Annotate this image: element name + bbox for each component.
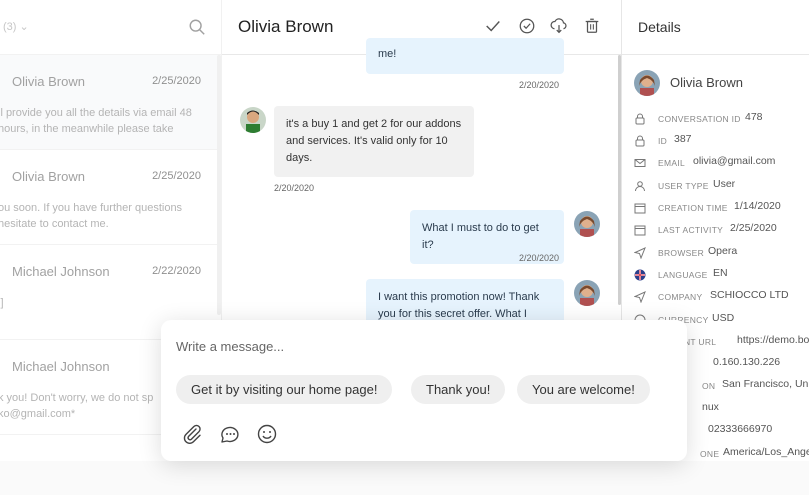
conversation-snippet: l]: [0, 297, 4, 309]
detail-row: LANGUAGE EN: [634, 267, 809, 283]
filter-dropdown[interactable]: (3) ⌄: [3, 20, 29, 33]
check-circle-icon[interactable]: [518, 17, 536, 35]
send-icon: [634, 247, 646, 259]
list-scrollbar[interactable]: [217, 55, 221, 315]
message-text: What I must to do to get it?: [422, 222, 539, 251]
conversation-name: Michael Johnson: [12, 264, 110, 279]
quick-reply-button[interactable]: Thank you!: [411, 375, 506, 404]
detail-label: ID: [658, 136, 668, 146]
avatar: [634, 70, 660, 96]
detail-label: BROWSER: [658, 248, 705, 258]
detail-label: USER TYPE: [658, 181, 709, 191]
detail-row: USER TYPE User: [634, 178, 809, 194]
user-icon: [635, 181, 645, 192]
search-icon[interactable]: [188, 18, 206, 36]
chat-bubble-icon[interactable]: [219, 423, 241, 445]
message-bubble-incoming: it's a buy 1 and get 2 for our addons an…: [274, 106, 474, 177]
conversation-date: 2/25/2020: [152, 170, 201, 182]
detail-value: USD: [712, 312, 735, 324]
detail-label: COMPANY: [658, 292, 703, 302]
mail-icon: [634, 159, 646, 167]
detail-row: EMAIL olivia@gmail.com: [634, 155, 809, 171]
detail-value: 478: [745, 111, 763, 123]
detail-label: ON: [702, 381, 716, 391]
avatar: [574, 280, 600, 306]
bottom-band: [0, 461, 809, 495]
conversation-snippet: ll provide you all the details via email…: [0, 107, 192, 135]
calendar-icon: [634, 203, 646, 214]
detail-label: ONE: [700, 449, 720, 459]
message-text: I want this promotion now! Thank you for…: [378, 291, 540, 320]
detail-row: COMPANY SCHIOCCO LTD: [634, 289, 809, 305]
detail-value: 387: [674, 133, 692, 145]
conversation-name: Olivia Brown: [12, 74, 85, 89]
detail-value: America/Los_Angele: [723, 446, 809, 458]
detail-value: Opera: [708, 245, 738, 257]
lock-icon: [635, 135, 645, 147]
avatar: [240, 107, 266, 133]
detail-row: ID 387: [634, 133, 809, 149]
conversation-date: 2/25/2020: [152, 75, 201, 87]
detail-value: San Francisco, Unite: [722, 378, 809, 390]
cloud-download-icon[interactable]: [550, 17, 568, 35]
detail-label: LAST ACTIVITY: [658, 225, 724, 235]
detail-row: LAST ACTIVITY 2/25/2020: [634, 222, 809, 238]
conversation-snippet: ou soon. If you have further questions h…: [0, 202, 183, 230]
quick-reply-button[interactable]: Get it by visiting our home page!: [176, 375, 393, 404]
details-title: Details: [638, 19, 681, 35]
message-bubble-outgoing: I want this promotion now! Thank you for…: [366, 279, 564, 324]
detail-label: EMAIL: [658, 158, 686, 168]
message-date: 2/20/2020: [519, 80, 560, 90]
detail-value: User: [713, 178, 736, 190]
detail-value: https://demo.boa: [737, 334, 809, 346]
detail-row: CREATION TIME 1/14/2020: [634, 200, 809, 216]
paperclip-icon[interactable]: [181, 423, 203, 445]
conversation-name: Olivia Brown: [12, 169, 85, 184]
flag-icon: [634, 269, 646, 281]
message-date: 2/20/2020: [274, 183, 315, 193]
check-icon[interactable]: [484, 17, 502, 35]
message-bubble-outgoing: me!: [366, 38, 564, 74]
message-date: 2/20/2020: [519, 253, 560, 263]
detail-label: LANGUAGE: [658, 270, 708, 280]
detail-row: CONVERSATION ID 478: [634, 111, 809, 127]
detail-label: CREATION TIME: [658, 203, 728, 213]
chat-title: Olivia Brown: [238, 17, 334, 36]
send-icon: [634, 291, 646, 303]
detail-value: nux: [702, 401, 719, 413]
detail-label: CONVERSATION ID: [658, 114, 741, 124]
detail-row: BROWSER Opera: [634, 245, 809, 261]
detail-value: olivia@gmail.com: [693, 155, 776, 167]
detail-value: 2/25/2020: [730, 222, 777, 234]
detail-value: EN: [713, 267, 728, 279]
calendar-icon: [634, 225, 646, 236]
detail-value: 02333666970: [708, 423, 773, 435]
emoji-icon[interactable]: [256, 423, 278, 445]
message-composer: Write a message... Get it by visiting ou…: [161, 320, 687, 461]
details-header: Details: [622, 0, 809, 55]
detail-value: 0.160.130.226: [713, 356, 781, 368]
message-text: it's a buy 1 and get 2 for our addons an…: [286, 118, 462, 164]
trash-icon[interactable]: [583, 17, 601, 35]
message-input[interactable]: Write a message...: [176, 339, 284, 354]
conversation-name: Michael Johnson: [12, 359, 110, 374]
message-text: me!: [378, 48, 397, 60]
list-item[interactable]: Olivia Brown 2/25/2020 ou soon. If you h…: [0, 150, 221, 245]
quick-reply-button[interactable]: You are welcome!: [517, 375, 650, 404]
conversation-date: 2/22/2020: [152, 265, 201, 277]
lock-icon: [635, 113, 645, 125]
detail-value: 1/14/2020: [734, 200, 781, 212]
avatar: [574, 211, 600, 237]
list-header: (3) ⌄: [0, 0, 221, 55]
details-user-name: Olivia Brown: [670, 75, 743, 90]
detail-value: SCHIOCCO LTD: [710, 289, 789, 301]
list-item[interactable]: Olivia Brown 2/25/2020 ll provide you al…: [0, 55, 221, 150]
